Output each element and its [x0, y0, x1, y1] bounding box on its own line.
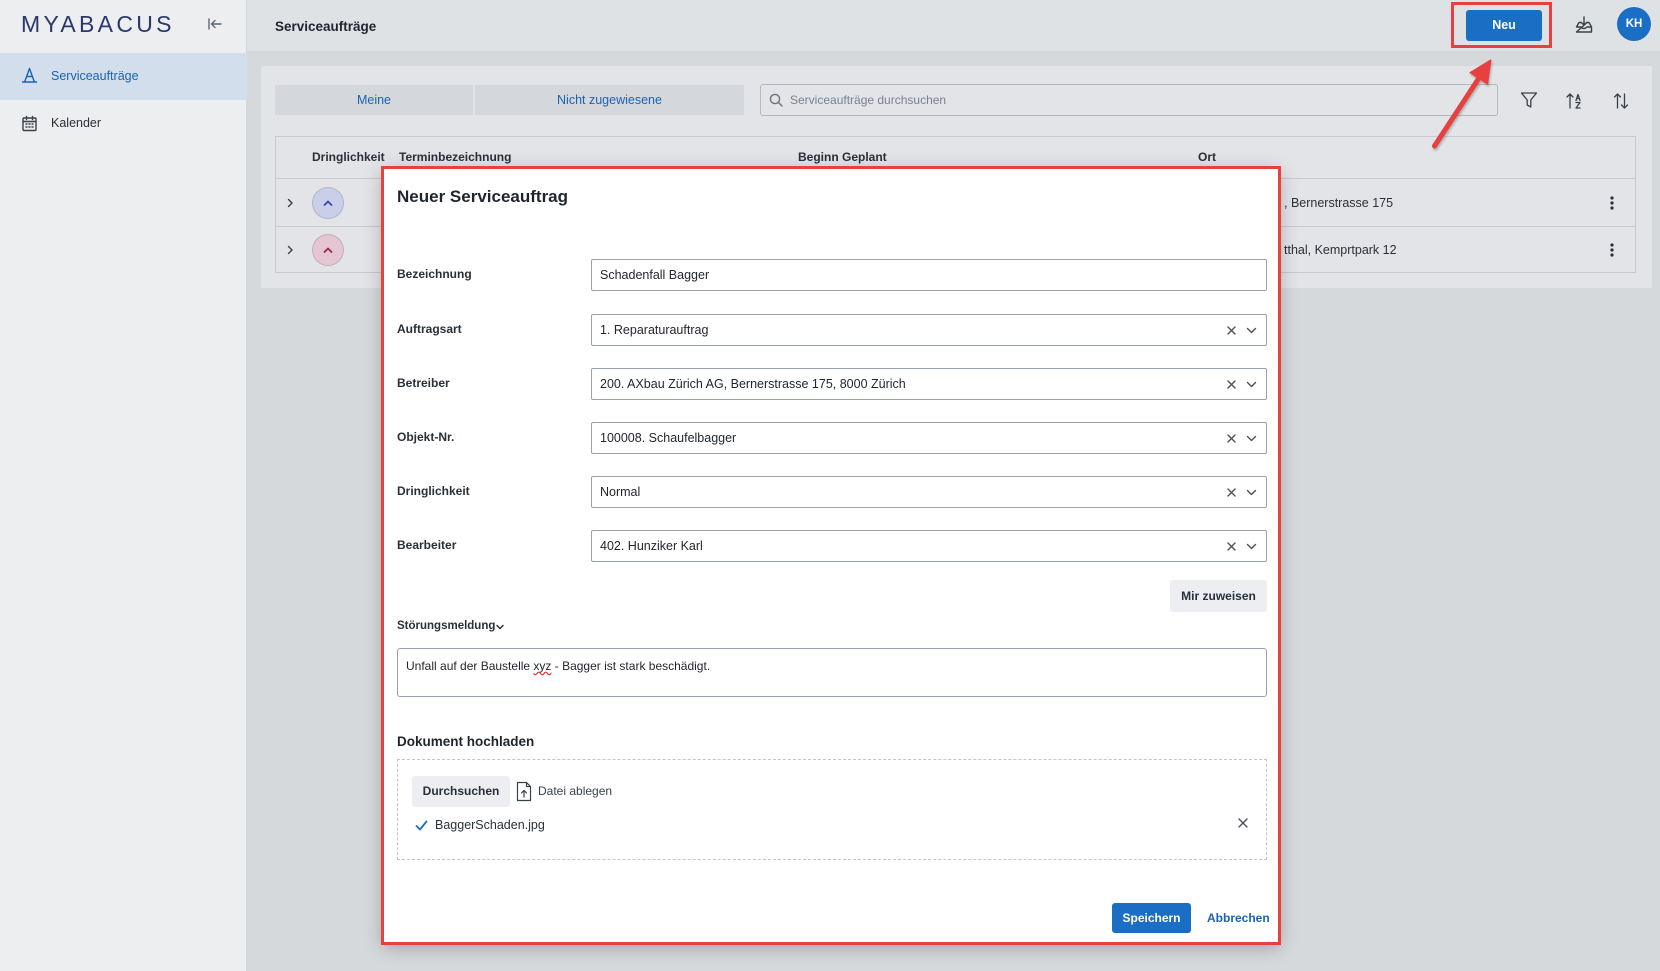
- clear-icon[interactable]: [1225, 378, 1238, 391]
- tab-nicht-zugewiesene[interactable]: Nicht zugewiesene: [475, 85, 744, 115]
- sort-order-icon[interactable]: [1611, 91, 1631, 111]
- more-vertical-icon[interactable]: [1609, 242, 1615, 258]
- bearbeiter-select[interactable]: 402. Hunziker Karl: [591, 530, 1267, 562]
- auftragsart-select[interactable]: 1. Reparaturauftrag: [591, 314, 1267, 346]
- search-icon: [769, 93, 783, 107]
- search-placeholder: Serviceaufträge durchsuchen: [790, 93, 947, 107]
- more-vertical-icon[interactable]: [1609, 195, 1615, 211]
- save-button[interactable]: Speichern: [1112, 903, 1191, 933]
- spellcheck-flagged-word: xyz: [533, 659, 552, 673]
- remove-file-icon[interactable]: [1237, 817, 1249, 829]
- fault-text: - Bagger ist stark beschädigt.: [551, 659, 711, 673]
- field-label: Auftragsart: [397, 322, 462, 336]
- upload-title: Dokument hochladen: [397, 734, 535, 749]
- row-location: tthal, Kemprtpark 12: [1284, 243, 1397, 257]
- dringlichkeit-select[interactable]: Normal: [591, 476, 1267, 508]
- chevron-down-icon[interactable]: [1245, 432, 1258, 445]
- sort-alphabetical-icon[interactable]: [1565, 91, 1585, 111]
- browse-files-button[interactable]: Durchsuchen: [412, 776, 510, 807]
- field-value: 1. Reparaturauftrag: [600, 323, 709, 337]
- dialog-title: Neuer Serviceauftrag: [397, 187, 569, 206]
- sidebar-item-label: Serviceaufträge: [51, 69, 139, 83]
- clear-icon[interactable]: [1225, 540, 1238, 553]
- clear-icon[interactable]: [1225, 432, 1238, 445]
- column-header-dringlichkeit[interactable]: Dringlichkeit: [312, 149, 385, 165]
- field-label: Dringlichkeit: [397, 484, 470, 498]
- uploaded-file-name: BaggerSchaden.jpg: [435, 818, 545, 832]
- clear-icon[interactable]: [1225, 486, 1238, 499]
- sidebar-item-serviceauftraege[interactable]: Serviceaufträge: [0, 53, 247, 100]
- field-label: Bezeichnung: [397, 267, 472, 281]
- bezeichnung-input[interactable]: Schadenfall Bagger: [591, 259, 1267, 291]
- urgency-badge: [312, 186, 344, 219]
- row-location: , Bernerstrasse 175: [1284, 195, 1394, 210]
- file-upload-icon: [516, 781, 532, 802]
- field-auftragsart: Auftragsart 1. Reparaturauftrag: [381, 314, 1281, 346]
- chevron-down-icon[interactable]: [1245, 540, 1258, 553]
- chevron-up-icon: [323, 247, 333, 253]
- drop-file-hint: Datei ablegen: [538, 784, 613, 798]
- field-value: 100008. Schaufelbagger: [600, 431, 737, 445]
- column-header-ort[interactable]: Ort: [1198, 149, 1216, 165]
- cancel-button[interactable]: Abbrechen: [1207, 910, 1270, 926]
- collapse-sidebar-icon[interactable]: [207, 16, 223, 32]
- chevron-right-icon[interactable]: [285, 198, 295, 208]
- assign-to-me-button[interactable]: Mir zuweisen: [1170, 580, 1267, 612]
- field-value: Schadenfall Bagger: [600, 268, 710, 282]
- traffic-cone-icon: [21, 67, 38, 84]
- sidebar-item-kalender[interactable]: Kalender: [0, 100, 247, 147]
- column-header-terminbezeichnung[interactable]: Terminbezeichnung: [399, 149, 511, 165]
- calendar-icon: [21, 115, 38, 132]
- chevron-down-icon[interactable]: [1245, 486, 1258, 499]
- top-header: Serviceaufträge Neu KH: [247, 0, 1660, 51]
- chevron-down-icon[interactable]: [1245, 324, 1258, 337]
- file-dropzone[interactable]: [397, 759, 1267, 860]
- chevron-right-icon[interactable]: [285, 245, 295, 255]
- clear-icon[interactable]: [1225, 324, 1238, 337]
- field-objekt-nr: Objekt-Nr. 100008. Schaufelbagger: [381, 422, 1281, 454]
- check-icon: [415, 819, 428, 832]
- chevron-down-icon[interactable]: [1245, 378, 1258, 391]
- field-bezeichnung: Bezeichnung Schadenfall Bagger: [381, 259, 1281, 291]
- annotation-arrow: [1432, 59, 1492, 149]
- field-value: 402. Hunziker Karl: [600, 539, 703, 553]
- chevron-up-icon: [323, 200, 333, 206]
- field-label: Bearbeiter: [397, 538, 457, 552]
- fault-report-toggle[interactable]: Störungsmeldung: [397, 619, 495, 633]
- new-service-order-dialog: Neuer Serviceauftrag Bezeichnung Schaden…: [383, 168, 1279, 943]
- column-header-beginn-geplant[interactable]: Beginn Geplant: [798, 149, 887, 165]
- field-bearbeiter: Bearbeiter 402. Hunziker Karl: [381, 530, 1281, 562]
- field-label: Betreiber: [397, 376, 450, 390]
- betreiber-select[interactable]: 200. AXbau Zürich AG, Bernerstrasse 175,…: [591, 368, 1267, 400]
- page-title: Serviceaufträge: [275, 19, 377, 34]
- chevron-down-icon[interactable]: [495, 622, 505, 632]
- field-betreiber: Betreiber 200. AXbau Zürich AG, Bernerst…: [381, 368, 1281, 400]
- app-logo: MYABACUS: [21, 11, 175, 37]
- field-dringlichkeit: Dringlichkeit Normal: [381, 476, 1281, 508]
- field-value: 200. AXbau Zürich AG, Bernerstrasse 175,…: [600, 377, 906, 391]
- search-input[interactable]: Serviceaufträge durchsuchen: [760, 84, 1498, 116]
- fault-text: Unfall auf der Baustelle: [406, 659, 534, 673]
- download-tray-icon[interactable]: [1574, 15, 1594, 35]
- new-service-order-button[interactable]: Neu: [1466, 10, 1542, 41]
- field-value: Normal: [600, 485, 641, 499]
- urgency-badge: [312, 234, 344, 266]
- user-avatar[interactable]: KH: [1617, 7, 1651, 41]
- tab-meine[interactable]: Meine: [275, 85, 473, 115]
- fault-report-textarea[interactable]: Unfall auf der Baustelle xyz - Bagger is…: [397, 648, 1267, 697]
- field-label: Objekt-Nr.: [397, 430, 455, 444]
- sidebar: MYABACUS Serviceaufträge Kalender: [0, 0, 247, 971]
- filter-icon[interactable]: [1519, 90, 1539, 110]
- sidebar-item-label: Kalender: [51, 116, 102, 130]
- objekt-nr-select[interactable]: 100008. Schaufelbagger: [591, 422, 1267, 454]
